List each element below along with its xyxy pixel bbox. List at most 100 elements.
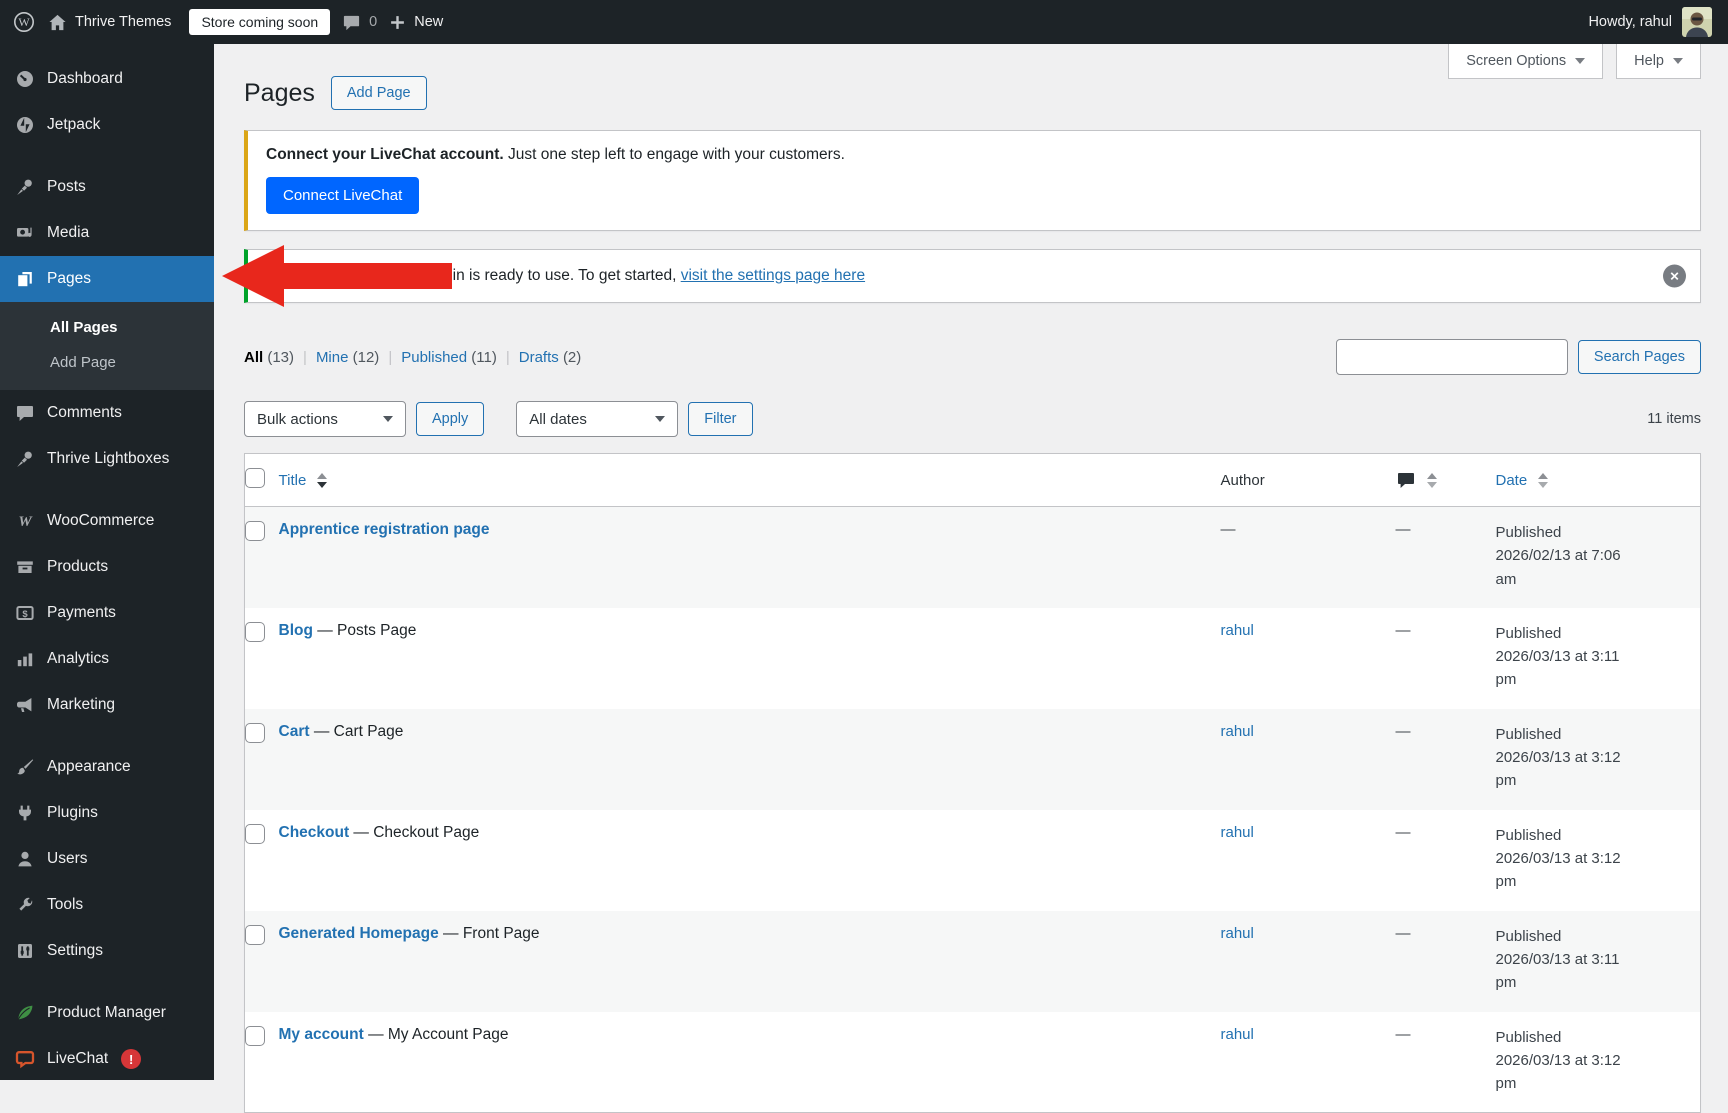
sidebar-item-pages[interactable]: Pages xyxy=(0,256,214,302)
screen-options-button[interactable]: Screen Options xyxy=(1448,44,1603,79)
alert-badge: ! xyxy=(121,1049,141,1069)
sidebar-item-products[interactable]: Products xyxy=(0,544,214,590)
sidebar-item-woocommerce[interactable]: W WooCommerce xyxy=(0,498,214,544)
page-title-link[interactable]: Checkout xyxy=(279,824,350,841)
dismiss-notice-button[interactable]: ✕ xyxy=(1663,265,1686,288)
filter-button[interactable]: Filter xyxy=(688,402,752,436)
connect-livechat-button[interactable]: Connect LiveChat xyxy=(266,177,419,214)
author-empty-dash: — xyxy=(1221,521,1236,538)
sidebar-item-label: WooCommerce xyxy=(47,512,154,530)
comments-empty-dash: — xyxy=(1396,824,1411,841)
sidebar-subitem-add-page[interactable]: Add Page xyxy=(0,345,214,380)
author-link[interactable]: rahul xyxy=(1221,925,1254,942)
sidebar-item-payments[interactable]: $Payments xyxy=(0,590,214,636)
comments-empty-dash: — xyxy=(1396,1026,1411,1043)
page-title-link[interactable]: My account xyxy=(279,1026,364,1043)
column-header-comments[interactable] xyxy=(1396,454,1496,507)
sidebar-item-jetpack[interactable]: Jetpack xyxy=(0,102,214,148)
thrive-comments-notice: The Thrive Comments plugin is ready to u… xyxy=(244,249,1701,303)
new-content-menu[interactable]: New xyxy=(389,14,443,31)
date-filter-select[interactable]: All dates xyxy=(516,401,678,437)
site-name-link[interactable]: Thrive Themes xyxy=(48,13,171,32)
add-page-button[interactable]: Add Page xyxy=(331,76,427,110)
sidebar-item-label: Appearance xyxy=(47,758,131,776)
wordpress-logo-menu[interactable]: W xyxy=(12,10,36,34)
settings-page-link[interactable]: visit the settings page here xyxy=(681,267,865,284)
sidebar-item-appearance[interactable]: Appearance xyxy=(0,744,214,790)
sidebar-item-users[interactable]: Users xyxy=(0,836,214,882)
row-checkbox[interactable] xyxy=(245,622,265,642)
view-mine[interactable]: Mine (12) xyxy=(316,349,379,366)
sidebar-subitem-all-pages[interactable]: All Pages xyxy=(0,310,214,345)
sidebar-item-label: Media xyxy=(47,224,89,242)
view-all[interactable]: All (13) xyxy=(244,349,294,366)
sidebar-item-livechat[interactable]: LiveChat! xyxy=(0,1036,214,1082)
row-checkbox[interactable] xyxy=(245,824,265,844)
store-coming-soon-badge[interactable]: Store coming soon xyxy=(189,9,330,35)
sidebar-item-comments[interactable]: Comments xyxy=(0,390,214,436)
sidebar-item-dashboard[interactable]: Dashboard xyxy=(0,56,214,102)
sidebar-item-label: Comments xyxy=(47,404,122,422)
list-views: All (13) | Mine (12) | Published (11) | … xyxy=(244,349,581,366)
search-pages-input[interactable] xyxy=(1336,339,1568,375)
livechat-notice-text: Just one step left to engage with your c… xyxy=(504,146,845,163)
author-link[interactable]: rahul xyxy=(1221,824,1254,841)
view-drafts[interactable]: Drafts (2) xyxy=(519,349,582,366)
sidebar-item-settings[interactable]: Settings xyxy=(0,928,214,974)
sidebar-item-plugins[interactable]: Plugins xyxy=(0,790,214,836)
help-button[interactable]: Help xyxy=(1616,44,1701,79)
home-icon xyxy=(48,13,67,32)
sidebar-item-thrive-lightboxes[interactable]: Thrive Lightboxes xyxy=(0,436,214,482)
apply-button[interactable]: Apply xyxy=(416,402,484,436)
sidebar-item-analytics[interactable]: Analytics xyxy=(0,636,214,682)
view-published[interactable]: Published (11) xyxy=(401,349,497,366)
page-title-suffix: — Front Page xyxy=(439,925,540,942)
column-header-date[interactable]: Date xyxy=(1496,454,1701,507)
items-count: 11 items xyxy=(1647,411,1701,427)
author-link[interactable]: rahul xyxy=(1221,723,1254,740)
search-pages-button[interactable]: Search Pages xyxy=(1578,340,1701,374)
appearance-icon xyxy=(14,756,36,778)
avatar[interactable] xyxy=(1682,7,1712,37)
sidebar-item-media[interactable]: Media xyxy=(0,210,214,256)
sort-arrows-icon xyxy=(1538,473,1548,488)
select-all-checkbox[interactable] xyxy=(245,468,265,488)
sidebar-item-product-manager[interactable]: Product Manager xyxy=(0,990,214,1036)
admin-bar-comments[interactable]: 0 xyxy=(342,13,377,32)
users-icon xyxy=(14,848,36,870)
sidebar-item-label: Thrive Lightboxes xyxy=(47,450,169,468)
page-title: Pages xyxy=(244,74,315,112)
date-cell: Published2026/03/13 at 3:11pm xyxy=(1496,925,1691,995)
page-title-link[interactable]: Apprentice registration page xyxy=(279,521,490,538)
page-title-link[interactable]: Blog xyxy=(279,622,313,639)
row-checkbox[interactable] xyxy=(245,521,265,541)
chevron-down-icon xyxy=(383,416,393,422)
page-title-link[interactable]: Cart xyxy=(279,723,310,740)
page-title-suffix: — Checkout Page xyxy=(349,824,479,841)
sidebar-item-posts[interactable]: Posts xyxy=(0,164,214,210)
bulk-actions-select[interactable]: Bulk actions xyxy=(244,401,406,437)
sidebar: DashboardJetpackPostsMediaPagesAll Pages… xyxy=(0,44,214,1080)
new-label: New xyxy=(414,14,443,30)
sidebar-submenu: All PagesAdd Page xyxy=(0,302,214,390)
row-checkbox[interactable] xyxy=(245,723,265,743)
svg-text:W: W xyxy=(18,514,33,530)
plugins-icon xyxy=(14,802,36,824)
thrive-notice-text: The Thrive Comments plugin is ready to u… xyxy=(266,267,681,284)
author-link[interactable]: rahul xyxy=(1221,622,1254,639)
sidebar-item-marketing[interactable]: Marketing xyxy=(0,682,214,728)
author-link[interactable]: rahul xyxy=(1221,1026,1254,1043)
sidebar-item-tools[interactable]: Tools xyxy=(0,882,214,928)
sidebar-item-label: Product Manager xyxy=(47,1004,166,1022)
page-title-link[interactable]: Generated Homepage xyxy=(279,925,439,942)
row-checkbox[interactable] xyxy=(245,925,265,945)
column-header-title[interactable]: Title xyxy=(279,454,1221,507)
payments-icon: $ xyxy=(14,602,36,624)
tools-icon xyxy=(14,894,36,916)
table-row-generated-homepage: Generated Homepage — Front Pagerahul—Pub… xyxy=(245,911,1701,1012)
howdy-user[interactable]: Howdy, rahul xyxy=(1588,14,1672,30)
table-row-apprentice-registration-page: Apprentice registration page——Published2… xyxy=(245,507,1701,608)
sidebar-item-label: Analytics xyxy=(47,650,109,668)
svg-text:$: $ xyxy=(22,609,28,620)
row-checkbox[interactable] xyxy=(245,1026,265,1046)
